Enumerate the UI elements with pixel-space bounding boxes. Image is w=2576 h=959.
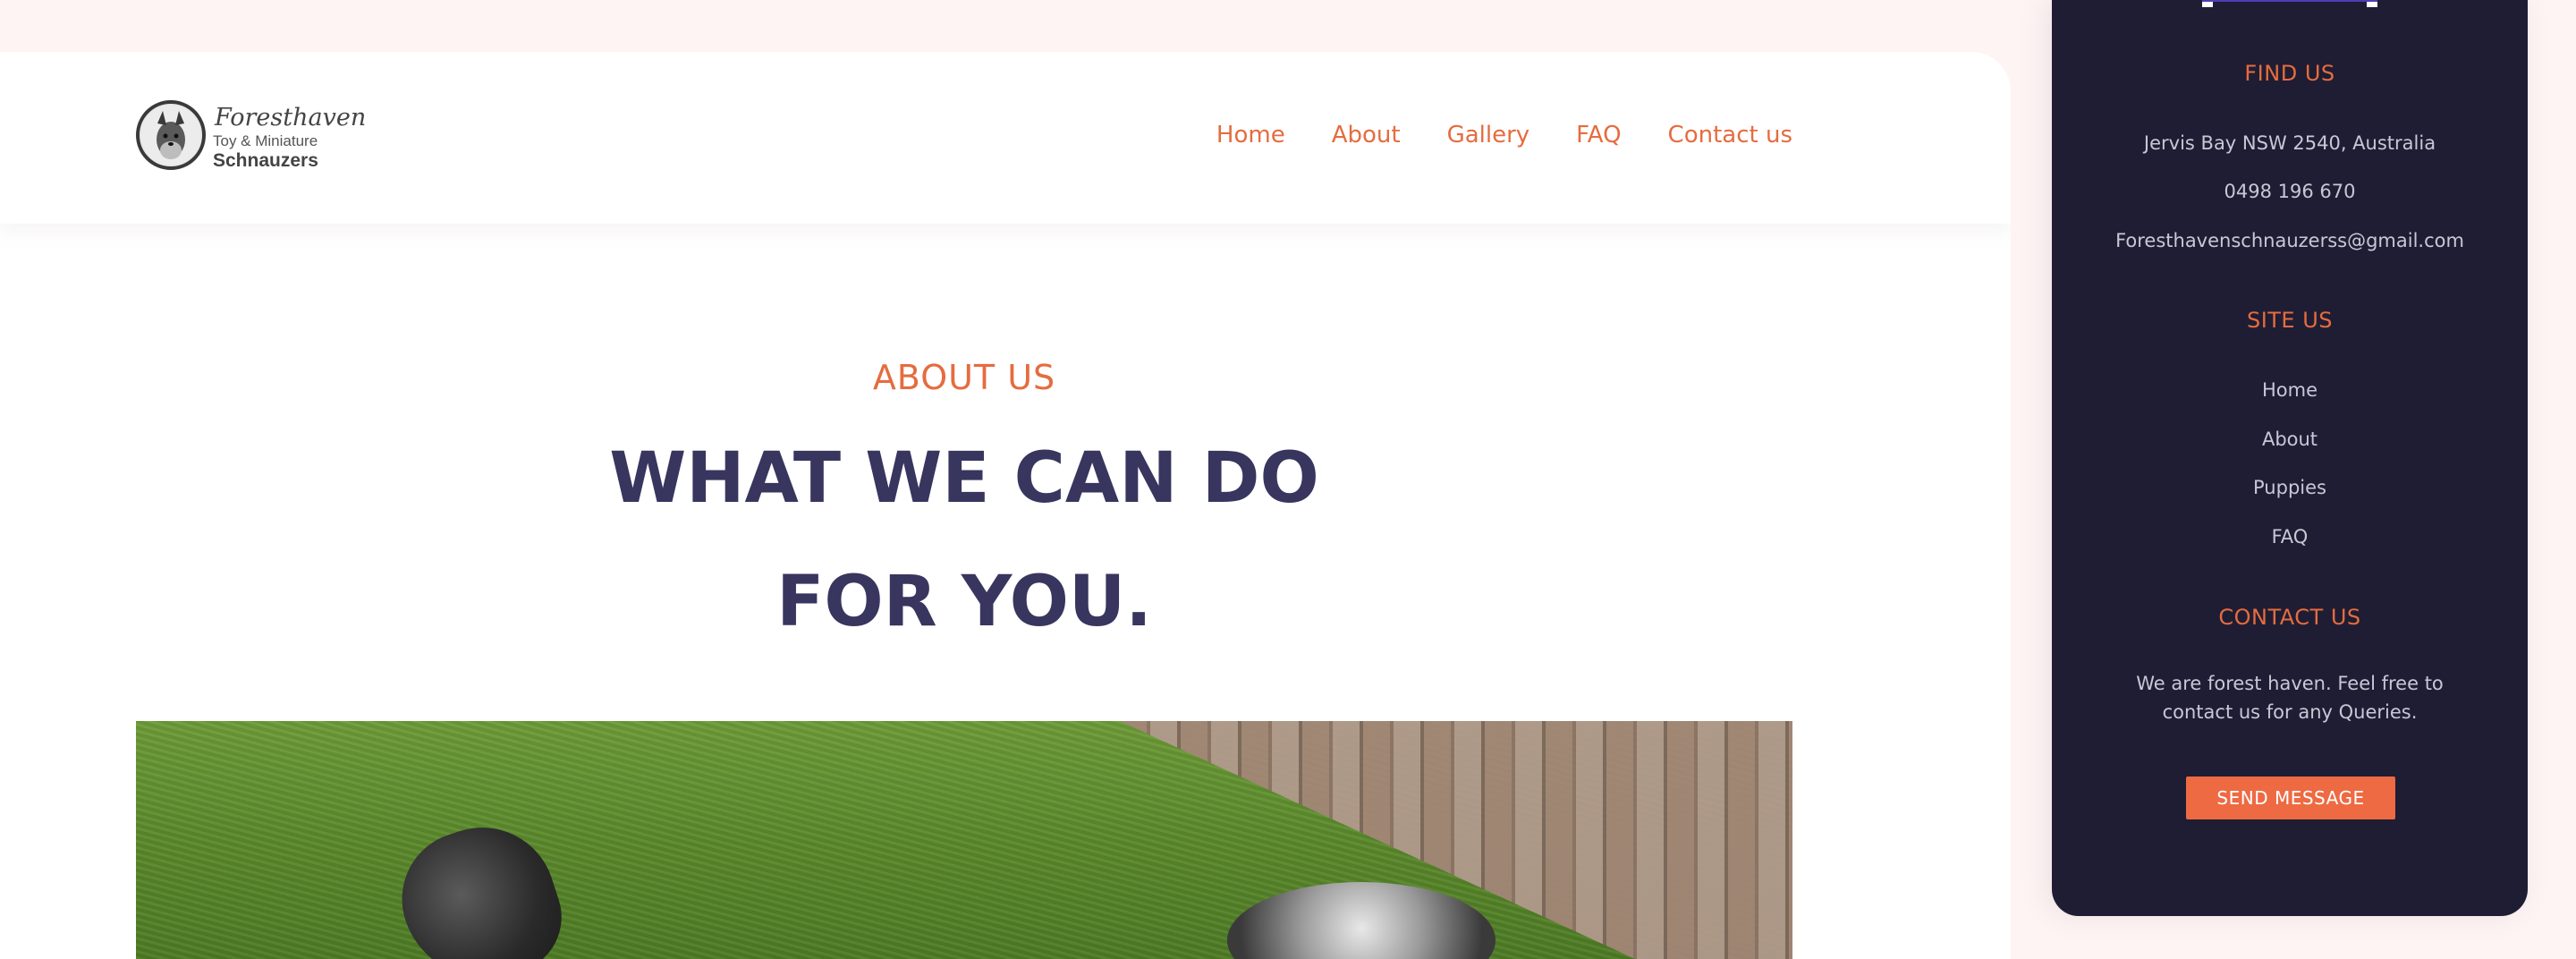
section-headline: WHAT WE CAN DO FOR YOU. (0, 417, 1928, 664)
headline-line-2: FOR YOU. (776, 562, 1152, 642)
address-text: Jervis Bay NSW 2540, Australia (2143, 132, 2436, 154)
site-us-title: SITE US (2246, 308, 2334, 333)
headline-line-1: WHAT WE CAN DO (609, 438, 1319, 519)
sidebar-panel: FIND US Jervis Bay NSW 2540, Australia 0… (2052, 0, 2528, 916)
logo-name: Schnauzers (213, 150, 318, 171)
nav-contact[interactable]: Contact us (1668, 122, 1792, 149)
footer-link-about[interactable]: About (2052, 429, 2528, 450)
logo-subtitle: Toy & Miniature (213, 132, 318, 149)
footer-link-faq[interactable]: FAQ (2052, 526, 2528, 547)
footer-link-puppies[interactable]: Puppies (2052, 477, 2528, 498)
site-header: Foresthaven Toy & Miniature Schnauzers H… (0, 52, 2011, 224)
nav-about[interactable]: About (1332, 122, 1401, 149)
ribbon-decoration (2202, 0, 2377, 7)
contact-us-title: CONTACT US (2218, 605, 2361, 630)
section-eyebrow: ABOUT US (872, 358, 1056, 397)
nav-home[interactable]: Home (1216, 122, 1285, 149)
logo-script-text: Foresthaven (215, 104, 367, 132)
send-message-button[interactable]: SEND MESSAGE (2186, 777, 2395, 819)
site-logo[interactable]: Foresthaven Toy & Miniature Schnauzers (136, 98, 366, 179)
main-panel: Foresthaven Toy & Miniature Schnauzers H… (0, 52, 2011, 959)
nav-faq[interactable]: FAQ (1576, 122, 1621, 149)
find-us-title: FIND US (2244, 61, 2335, 86)
phone-text[interactable]: 0498 196 670 (2052, 181, 2528, 202)
footer-link-home[interactable]: Home (2052, 379, 2528, 401)
email-text[interactable]: Foresthavenschnauzerss@gmail.com (2052, 230, 2528, 251)
contact-description: We are forest haven. Feel free to contac… (2136, 673, 2444, 723)
main-nav: Home About Gallery FAQ Contact us (1216, 122, 1792, 149)
schnauzer-logo-icon (136, 100, 206, 170)
nav-gallery[interactable]: Gallery (1447, 122, 1530, 149)
hero-image (136, 721, 1792, 959)
